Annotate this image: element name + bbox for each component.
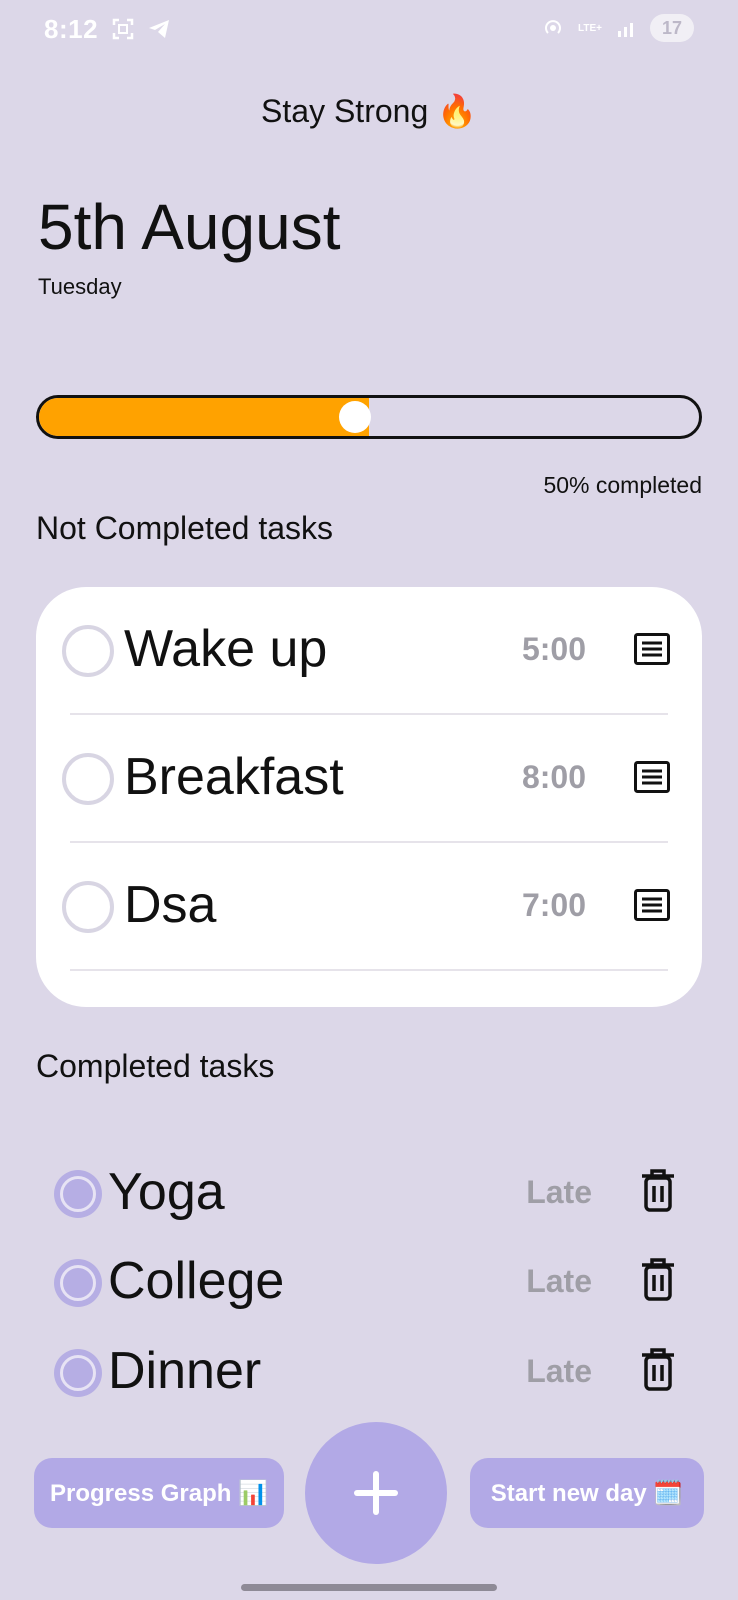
- hotspot-icon: [540, 15, 566, 41]
- completed-checkbox[interactable]: [54, 1170, 102, 1218]
- task-time: 8:00: [521, 759, 586, 795]
- late-label: Late: [526, 1353, 592, 1389]
- status-right-icons: LTE+ 17: [540, 14, 694, 42]
- completed-title: Completed tasks: [36, 1048, 275, 1084]
- task-time: 5:00: [521, 631, 586, 667]
- progress-bar: [36, 395, 702, 439]
- day-label: Tuesday: [38, 274, 122, 299]
- status-bar: 8:12 LTE+ 17: [0, 0, 738, 60]
- notes-icon[interactable]: [634, 889, 670, 921]
- late-label: Late: [526, 1263, 592, 1299]
- task-name: Wake up: [124, 620, 328, 678]
- task-checkbox[interactable]: [62, 753, 114, 805]
- not-completed-title: Not Completed tasks: [36, 510, 334, 546]
- telegram-icon: [146, 16, 172, 42]
- task-time: 7:00: [521, 887, 586, 923]
- battery-indicator: 17: [650, 14, 694, 42]
- notes-icon[interactable]: [634, 761, 670, 793]
- network-label: LTE+: [578, 22, 602, 34]
- lte-icon: LTE+: [576, 15, 604, 41]
- completed-task-name: College: [108, 1252, 285, 1310]
- progress-label: 50% completed: [543, 472, 702, 498]
- task-row[interactable]: Dsa 7:00: [62, 843, 670, 971]
- completed-row[interactable]: Yoga Late: [52, 1156, 692, 1236]
- trash-icon[interactable]: [638, 1257, 678, 1303]
- late-label: Late: [526, 1174, 592, 1210]
- not-completed-card: Wake up 5:00 Breakfast 8:00 Dsa 7:00: [36, 587, 702, 1007]
- status-time: 8:12: [44, 14, 99, 44]
- task-row[interactable]: Breakfast 8:00: [62, 715, 670, 843]
- task-checkbox[interactable]: [62, 881, 114, 933]
- app-title: Stay Strong 🔥: [261, 93, 477, 129]
- task-row[interactable]: Wake up 5:00: [62, 587, 670, 715]
- progress-knob: [339, 401, 371, 433]
- status-left-icons: [110, 16, 172, 42]
- completed-task-name: Dinner: [108, 1342, 262, 1400]
- trash-icon[interactable]: [638, 1347, 678, 1393]
- completed-row[interactable]: Dinner Late: [52, 1335, 692, 1415]
- add-task-button[interactable]: [305, 1422, 447, 1564]
- completed-row[interactable]: College Late: [52, 1245, 692, 1325]
- completed-checkbox[interactable]: [54, 1259, 102, 1307]
- completed-task-name: Yoga: [108, 1163, 225, 1221]
- completed-checkbox[interactable]: [54, 1349, 102, 1397]
- plus-icon: [354, 1471, 398, 1515]
- task-checkbox[interactable]: [62, 625, 114, 677]
- task-name: Breakfast: [124, 748, 344, 806]
- screenshot-icon: [110, 16, 136, 42]
- notes-icon[interactable]: [634, 633, 670, 665]
- date-title: 5th August: [38, 191, 341, 263]
- start-new-day-button[interactable]: Start new day 🗓️: [470, 1458, 704, 1528]
- signal-icon: [614, 15, 640, 41]
- app-screen: 8:12 LTE+ 17 Stay Strong 🔥 5th August Tu…: [0, 0, 738, 1600]
- progress-fill: [39, 398, 369, 436]
- trash-icon[interactable]: [638, 1168, 678, 1214]
- progress-graph-button[interactable]: Progress Graph 📊: [34, 1458, 284, 1528]
- home-indicator[interactable]: [241, 1584, 497, 1591]
- task-name: Dsa: [124, 876, 217, 934]
